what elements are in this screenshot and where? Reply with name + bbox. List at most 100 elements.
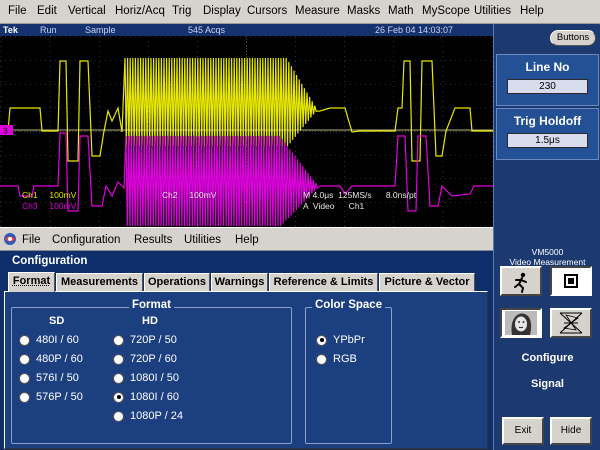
radio-576i-50-label: 576I / 50 [36,372,79,384]
menu-masks[interactable]: Masks [347,5,380,17]
run-measurement-button[interactable] [500,266,542,296]
ch3-scale-label: Ch3 100mV [22,201,77,211]
radio-720p-50-circle [113,334,124,346]
radio-720p-50-label: 720P / 50 [130,334,177,346]
radio-1080i-50-label: 1080I / 50 [130,372,179,384]
configuration-title: Configuration [12,255,88,267]
line-no-box: Line No 230 [496,54,599,106]
run-state: Run [40,25,57,35]
radio-576p-50-label: 576P / 50 [36,391,83,403]
radio-576p-50-circle [19,391,30,403]
radio-ypbpr-label: YPbPr [333,334,365,346]
format-group-title: Format [129,299,174,311]
radio-480p-60[interactable]: 480P / 60 [19,352,83,366]
tab-reference-limits[interactable]: Reference & Limits [269,273,378,291]
menu-vertical[interactable]: Vertical [68,5,106,17]
radio-1080i-50-circle [113,372,124,384]
picture-mode-button[interactable] [500,308,542,338]
vm5000-side-panel: VM5000 Video Measurement Configure Signa… [493,227,600,450]
line-no-title: Line No [525,60,570,74]
vectorscope-icon [559,312,583,334]
radio-576p-50[interactable]: 576P / 50 [19,390,83,404]
menu-display[interactable]: Display [203,5,241,17]
radio-480i-60[interactable]: 480I / 60 [19,333,79,347]
menu-measure[interactable]: Measure [295,5,340,17]
color-space-group [305,307,392,444]
menu-horiz-acq[interactable]: Horiz/Acq [115,5,165,17]
face-image-icon [505,311,537,335]
menu-trig[interactable]: Trig [172,5,191,17]
app-menu-results[interactable]: Results [134,234,172,246]
radio-576i-50[interactable]: 576I / 50 [19,371,79,385]
ch2-scale-label: Ch2 100mV [162,190,217,200]
menu-myscope[interactable]: MyScope [422,5,470,17]
trigger-label: A Video Ch1 [303,201,365,211]
tek-brand: Tek [3,25,18,35]
menu-cursors[interactable]: Cursors [247,5,287,17]
menu-math[interactable]: Math [388,5,414,17]
radio-1080i-60[interactable]: 1080I / 60 [113,390,179,404]
menu-file[interactable]: File [8,5,27,17]
radio-480i-60-label: 480I / 60 [36,334,79,346]
acq-mode: Sample [85,25,116,35]
runner-icon [514,272,527,293]
radio-rgb[interactable]: RGB [316,352,357,366]
tab-measurements[interactable]: Measurements [56,273,143,291]
sd-header: SD [49,315,65,327]
acq-count: 545 Acqs [188,25,226,35]
menu-utilities[interactable]: Utilities [474,5,511,17]
radio-ypbpr[interactable]: YPbPr [316,333,365,347]
radio-720p-60-circle [113,353,124,365]
control-panel: Buttons Line No 230 Trig Holdoff 1.5μs [493,24,600,227]
app-menu-help[interactable]: Help [235,234,259,246]
datetime: 26 Feb 04 14:03:07 [375,25,454,35]
radio-720p-50[interactable]: 720P / 50 [113,333,177,347]
radio-1080p-24[interactable]: 1080P / 24 [113,409,183,423]
vm5000-app-window: File Configuration Results Utilities Hel… [0,227,493,450]
color-space-group-title: Color Space [312,299,386,311]
hd-header: HD [142,315,158,327]
app-logo-icon [4,233,16,245]
trig-holdoff-title: Trig Holdoff [513,114,582,128]
menu-help[interactable]: Help [520,5,544,17]
vm-title-line1: VM5000 [531,247,564,257]
tab-warnings[interactable]: Warnings [211,273,268,291]
waveform-display[interactable]: 3 Ch1 100mV Ch2 100mV Ch3 100mV M 4.0μs … [0,36,493,227]
radio-1080i-50[interactable]: 1080I / 50 [113,371,179,385]
app-menu-file[interactable]: File [22,234,41,246]
vector-mode-button[interactable] [550,308,592,338]
radio-720p-60[interactable]: 720P / 60 [113,352,177,366]
trig-holdoff-box: Trig Holdoff 1.5μs [496,108,599,160]
ch3-marker-label: 3 [3,126,8,136]
radio-1080i-60-label: 1080I / 60 [130,391,179,403]
tab-picture-vector[interactable]: Picture & Vector [379,273,475,291]
tab-operations[interactable]: Operations [144,273,210,291]
trig-holdoff-value[interactable]: 1.5μs [507,133,588,148]
vm-title: VM5000 Video Measurement [498,247,597,267]
line-no-value[interactable]: 230 [507,79,588,94]
format-tab-panel: Format SD HD 480I / 60 480P / 60 576I / … [4,291,488,449]
tab-format[interactable]: Format [8,272,55,292]
radio-1080p-24-label: 1080P / 24 [130,410,184,422]
stop-square-icon [564,274,578,288]
hide-button[interactable]: Hide [550,417,592,445]
radio-1080i-60-circle [113,391,124,403]
menu-edit[interactable]: Edit [37,5,57,17]
acquisition-status-bar: Tek Run Sample 545 Acqs 26 Feb 04 14:03:… [0,24,493,36]
ch1-trace [0,57,493,162]
app-menu-configuration[interactable]: Configuration [52,234,120,246]
buttons-button[interactable]: Buttons [550,30,596,46]
radio-1080p-24-circle [113,410,124,422]
app-menu-utilities[interactable]: Utilities [184,234,221,246]
timebase-label: M 4.0μs 125MS/s 8.0ns/pt [303,190,417,200]
radio-rgb-circle [316,353,327,365]
ch1-scale-label: Ch1 100mV [22,190,77,200]
configure-label: Configure [521,352,574,364]
exit-button[interactable]: Exit [502,417,544,445]
radio-480p-60-label: 480P / 60 [36,353,83,365]
radio-480p-60-circle [19,353,30,365]
stop-button[interactable] [550,266,592,296]
tab-format-label: Format [12,275,51,287]
radio-ypbpr-circle [316,334,327,346]
radio-rgb-label: RGB [333,353,357,365]
